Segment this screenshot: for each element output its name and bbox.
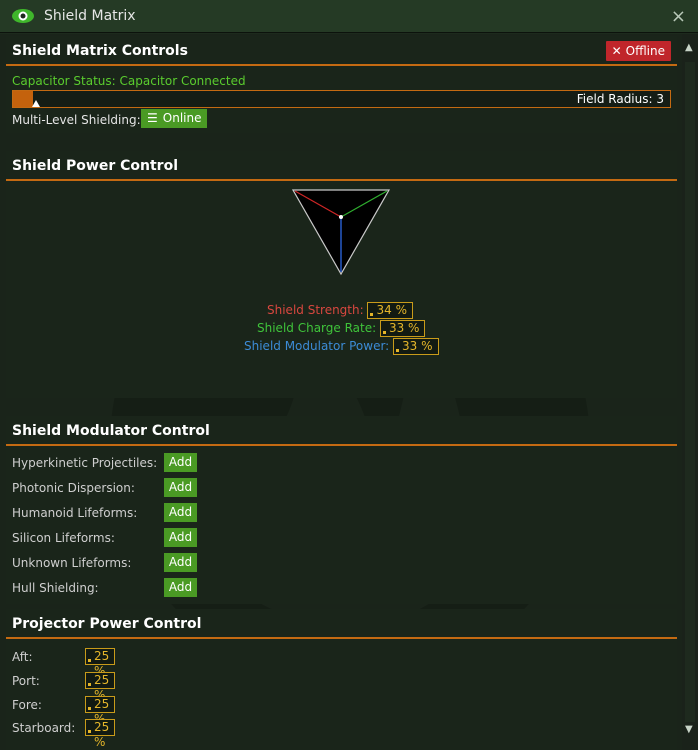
shield-charge-rate-row: Shield Charge Rate: 33 % (257, 320, 426, 337)
scrollbar[interactable]: ▲ ▼ (682, 34, 698, 750)
section-title: Shield Matrix Controls (12, 43, 188, 59)
shield-matrix-controls-section: Shield Matrix Controls ✕ Offline Capacito… (6, 36, 677, 133)
modulator-label: Hyperkinetic Projectiles: (12, 456, 158, 470)
projector-label: Aft: (12, 650, 33, 664)
offline-button[interactable]: ✕ Offline (605, 41, 671, 61)
add-button[interactable]: Add (164, 478, 197, 497)
modulator-label: Hull Shielding: (12, 581, 99, 595)
shield-charge-rate-input[interactable]: 33 % (379, 320, 426, 337)
section-title: Projector Power Control (12, 616, 202, 632)
scroll-up-icon[interactable]: ▲ (685, 42, 693, 53)
eye-icon (12, 9, 34, 23)
shield-modulator-power-label: Shield Modulator Power: (244, 339, 390, 353)
projector-power-input[interactable]: 25 % (85, 719, 116, 749)
section-header: Shield Power Control (6, 151, 677, 181)
modulator-label: Humanoid Lifeforms: (12, 506, 138, 520)
shield-matrix-window: Shield Matrix × Shield Matrix Controls ✕… (0, 0, 698, 750)
add-button[interactable]: Add (164, 553, 197, 572)
offline-label: Offline (625, 44, 665, 58)
shield-modulator-control-section: Shield Modulator Control Hyperkinetic Pr… (6, 416, 677, 604)
projector-label: Starboard: (12, 721, 76, 735)
field-radius-label: Field Radius: 3 (576, 92, 664, 106)
section-header: Projector Power Control (6, 609, 677, 639)
window-title: Shield Matrix (44, 8, 136, 24)
title-bar: Shield Matrix × (0, 0, 698, 33)
projector-power-control-section: Projector Power Control Aft: 25 % Port: … (6, 609, 677, 750)
add-button[interactable]: Add (164, 453, 197, 472)
field-radius-bar[interactable]: Field Radius: 3 (12, 90, 671, 108)
online-label: Online (162, 111, 202, 125)
add-button[interactable]: Add (164, 578, 197, 597)
menu-icon: ☰ (147, 111, 158, 125)
projector-power-input[interactable]: 25 % (85, 648, 116, 678)
add-button[interactable]: Add (164, 503, 197, 522)
shield-power-control-section: Shield Power Control Shield Strength: 34… (6, 151, 677, 398)
x-icon: ✕ (611, 44, 622, 58)
content-area: Shield Matrix Controls ✕ Offline Capacito… (0, 34, 682, 750)
section-title: Shield Modulator Control (12, 423, 210, 439)
modulator-label: Silicon Lifeforms: (12, 531, 115, 545)
shield-strength-input[interactable]: 34 % (367, 302, 413, 319)
section-title: Shield Power Control (12, 158, 178, 174)
multi-level-shielding-label: Multi-Level Shielding: (12, 113, 141, 127)
scrollbar-thumb[interactable] (685, 62, 695, 722)
shield-charge-rate-label: Shield Charge Rate: (257, 321, 377, 335)
close-button[interactable]: × (671, 6, 686, 27)
field-radius-fill (13, 91, 33, 107)
projector-label: Fore: (12, 698, 42, 712)
scroll-down-icon[interactable]: ▼ (685, 724, 693, 735)
projector-label: Port: (12, 674, 40, 688)
capacitor-status: Capacitor Status: Capacitor Connected (12, 74, 246, 88)
power-triangle[interactable] (292, 189, 392, 279)
section-header: Shield Matrix Controls ✕ Offline (6, 36, 677, 66)
modulator-label: Unknown Lifeforms: (12, 556, 132, 570)
modulator-label: Photonic Dispersion: (12, 481, 135, 495)
online-button[interactable]: ☰ Online (141, 109, 208, 128)
projector-power-input[interactable]: 25 % (85, 696, 116, 726)
field-radius-marker[interactable] (32, 100, 40, 107)
section-header: Shield Modulator Control (6, 416, 677, 446)
shield-modulator-power-input[interactable]: 33 % (393, 338, 439, 355)
shield-strength-row: Shield Strength: 34 % (267, 302, 413, 319)
shield-strength-label: Shield Strength: (267, 303, 364, 317)
shield-modulator-power-row: Shield Modulator Power: 33 % (244, 338, 439, 355)
add-button[interactable]: Add (164, 528, 197, 547)
projector-power-input[interactable]: 25 % (85, 672, 116, 702)
